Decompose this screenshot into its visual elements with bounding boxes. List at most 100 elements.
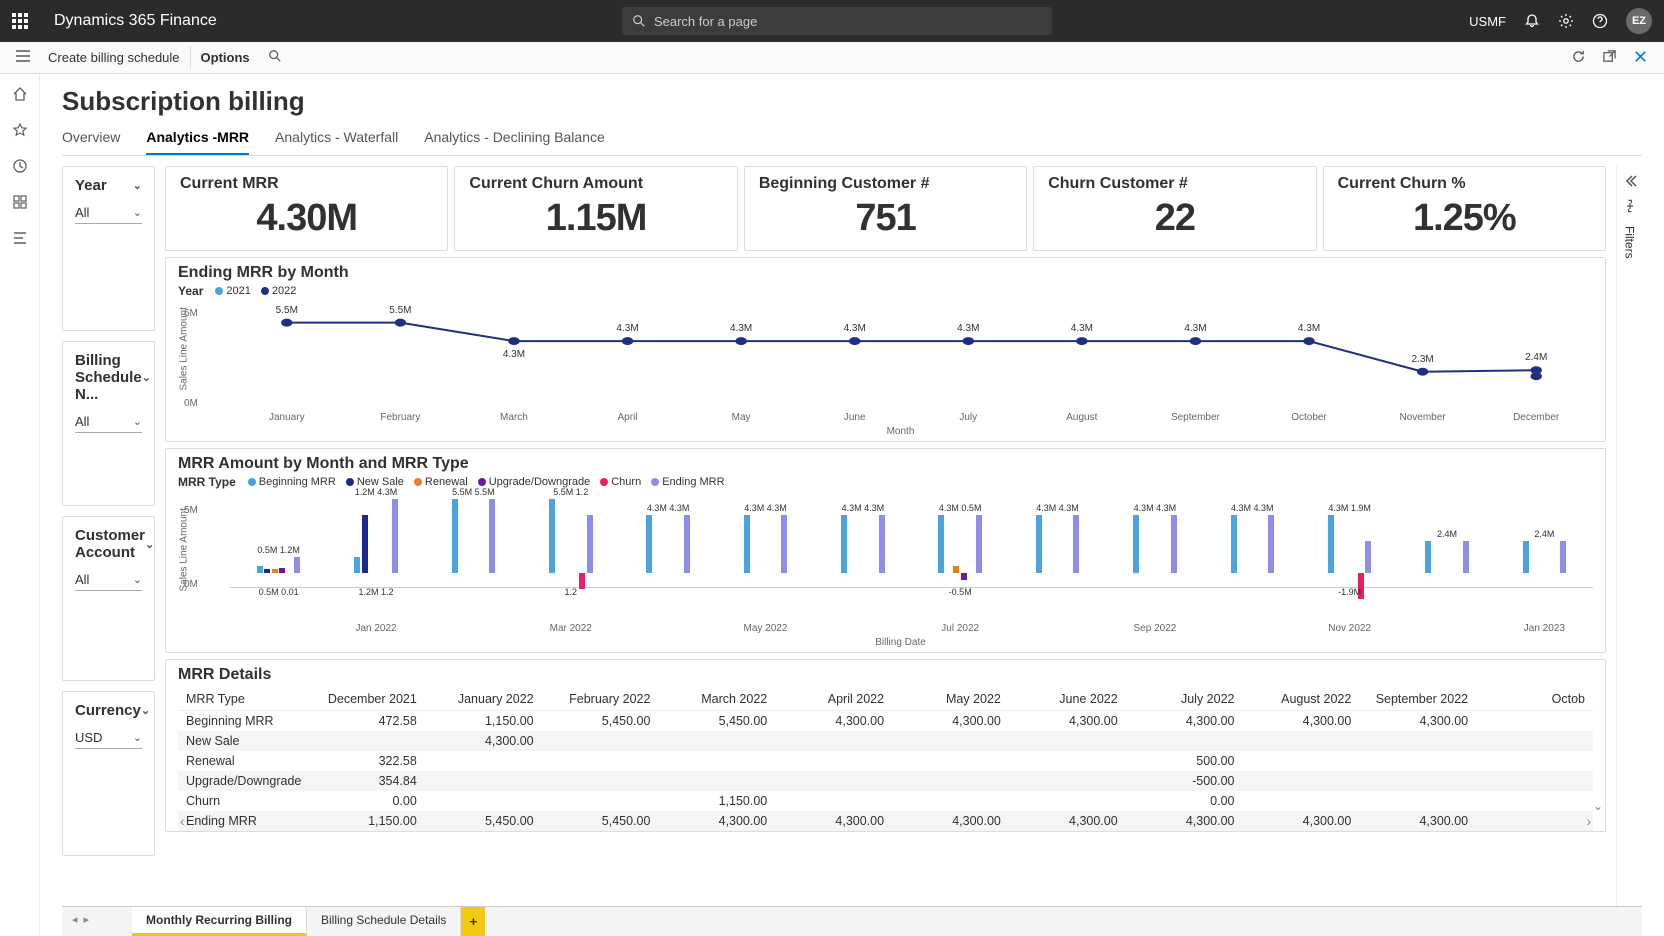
legend-item[interactable]: 2021 [215, 285, 250, 297]
bar-label-below: -1.9M [1338, 587, 1361, 600]
create-billing-button[interactable]: Create billing schedule [38, 46, 191, 69]
tab-analytics-waterfall[interactable]: Analytics - Waterfall [275, 123, 398, 155]
tab-analytics-mrr[interactable]: Analytics -MRR [146, 123, 249, 155]
bar [976, 499, 982, 618]
refresh-icon[interactable] [1563, 45, 1594, 71]
bar [1051, 499, 1057, 618]
bar-group: 4.3M 4.3M [1009, 499, 1106, 618]
sheet-nav-arrows[interactable]: ◂▸ [72, 913, 89, 926]
table-cell [775, 731, 892, 751]
table-cell [1243, 771, 1360, 791]
table-scroll-right-icon[interactable]: › [1586, 813, 1591, 829]
popout-icon[interactable] [1594, 45, 1625, 71]
bar-label: 4.3M 4.3M [744, 503, 787, 513]
bar-label-below: -0.5M [949, 587, 972, 600]
app-launcher-icon[interactable] [12, 13, 40, 29]
bar [1455, 499, 1461, 618]
table-cell [775, 791, 892, 811]
options-button[interactable]: Options [191, 46, 260, 69]
chevron-down-icon[interactable]: ⌄ [145, 538, 154, 551]
filter-dropdown[interactable]: All⌄ [75, 569, 142, 591]
table-cell [425, 791, 542, 811]
global-search[interactable]: Search for a page [622, 7, 1052, 35]
bar [751, 499, 757, 618]
legend-item[interactable]: Churn [600, 476, 641, 488]
filter-orientation-icon[interactable] [1623, 199, 1637, 216]
bar [579, 499, 585, 618]
bar [871, 499, 877, 618]
bar [946, 499, 952, 618]
favorites-icon[interactable] [8, 118, 32, 142]
table-cell: Churn [178, 791, 308, 811]
modules-icon[interactable] [8, 226, 32, 250]
settings-icon[interactable] [1558, 13, 1574, 29]
data-label: 5.5M [389, 305, 411, 316]
recent-icon[interactable] [8, 154, 32, 178]
chevron-down-icon[interactable]: ⌄ [133, 179, 142, 192]
home-icon[interactable] [8, 82, 32, 106]
command-search-icon[interactable] [260, 45, 290, 70]
notifications-icon[interactable] [1524, 13, 1540, 29]
bar [1523, 499, 1529, 618]
x-tick [230, 623, 327, 634]
filter-value: All [75, 205, 89, 220]
search-placeholder: Search for a page [654, 14, 757, 29]
bar [879, 499, 885, 618]
bar [1246, 499, 1252, 618]
table-cell [1009, 751, 1126, 771]
bar [1133, 499, 1139, 618]
filter-dropdown[interactable]: USD⌄ [75, 727, 142, 749]
tab-overview[interactable]: Overview [62, 123, 120, 155]
add-sheet-button[interactable]: + [461, 907, 485, 936]
bar [272, 499, 278, 618]
chevron-down-icon[interactable]: ⌄ [141, 704, 150, 717]
data-label: 2.3M [1412, 354, 1434, 365]
mrr-details-table: MRR TypeDecember 2021January 2022Februar… [178, 688, 1593, 831]
table-cell: 4,300.00 [658, 811, 775, 831]
tab-analytics-declining-balance[interactable]: Analytics - Declining Balance [424, 123, 605, 155]
filter-title: Billing Schedule N... [75, 352, 142, 403]
table-cell: 472.58 [308, 711, 425, 732]
bar [482, 499, 488, 618]
bar-label: 2.4M [1534, 529, 1554, 539]
sheet-tab[interactable]: Monthly Recurring Billing [132, 907, 307, 936]
filter-dropdown[interactable]: All⌄ [75, 411, 142, 433]
table-cell [542, 771, 659, 791]
sheet-tab[interactable]: Billing Schedule Details [307, 907, 461, 936]
bar [1553, 499, 1559, 618]
bar [1156, 499, 1162, 618]
filter-dropdown[interactable]: All⌄ [75, 202, 142, 224]
bar [1350, 499, 1356, 618]
bar-group: 1.2M 4.3M1.2M 1.2 [327, 499, 424, 618]
filters-panel-label[interactable]: Filters [1623, 226, 1637, 259]
bar [384, 499, 390, 618]
legend-item[interactable]: Ending MRR [651, 476, 724, 488]
chevron-down-icon[interactable]: ⌄ [142, 371, 151, 384]
collapse-panel-icon[interactable] [1623, 174, 1637, 191]
chart-title-bar: MRR Amount by Month and MRR Type [178, 455, 1593, 473]
bar-group: 4.3M 4.3M [1204, 499, 1301, 618]
table-cell: 5,450.00 [658, 711, 775, 732]
bar [1066, 499, 1072, 618]
bar-group: 2.4M [1398, 499, 1495, 618]
legend-item[interactable]: Beginning MRR [248, 476, 336, 488]
user-avatar[interactable]: EZ [1626, 8, 1652, 34]
table-cell [1009, 791, 1126, 811]
x-tick: January [230, 412, 344, 423]
workspaces-icon[interactable] [8, 190, 32, 214]
help-icon[interactable] [1592, 13, 1608, 29]
table-cell: 4,300.00 [1243, 711, 1360, 732]
table-scroll-down-icon[interactable]: ⌄ [1593, 799, 1603, 813]
entity-label[interactable]: USMF [1469, 14, 1506, 29]
kpi-value: 4.30M [180, 197, 433, 240]
close-icon[interactable] [1625, 45, 1656, 71]
table-cell [892, 731, 1009, 751]
table-cell: 4,300.00 [1009, 711, 1126, 732]
legend-item[interactable]: 2022 [261, 285, 296, 297]
bar [279, 499, 285, 618]
bar-label: 5.5M 5.5M [452, 487, 495, 497]
bar [1148, 499, 1154, 618]
nav-toggle-icon[interactable] [8, 46, 38, 69]
table-scroll-left-icon[interactable]: ‹ [180, 813, 185, 829]
x-tick [814, 623, 911, 634]
